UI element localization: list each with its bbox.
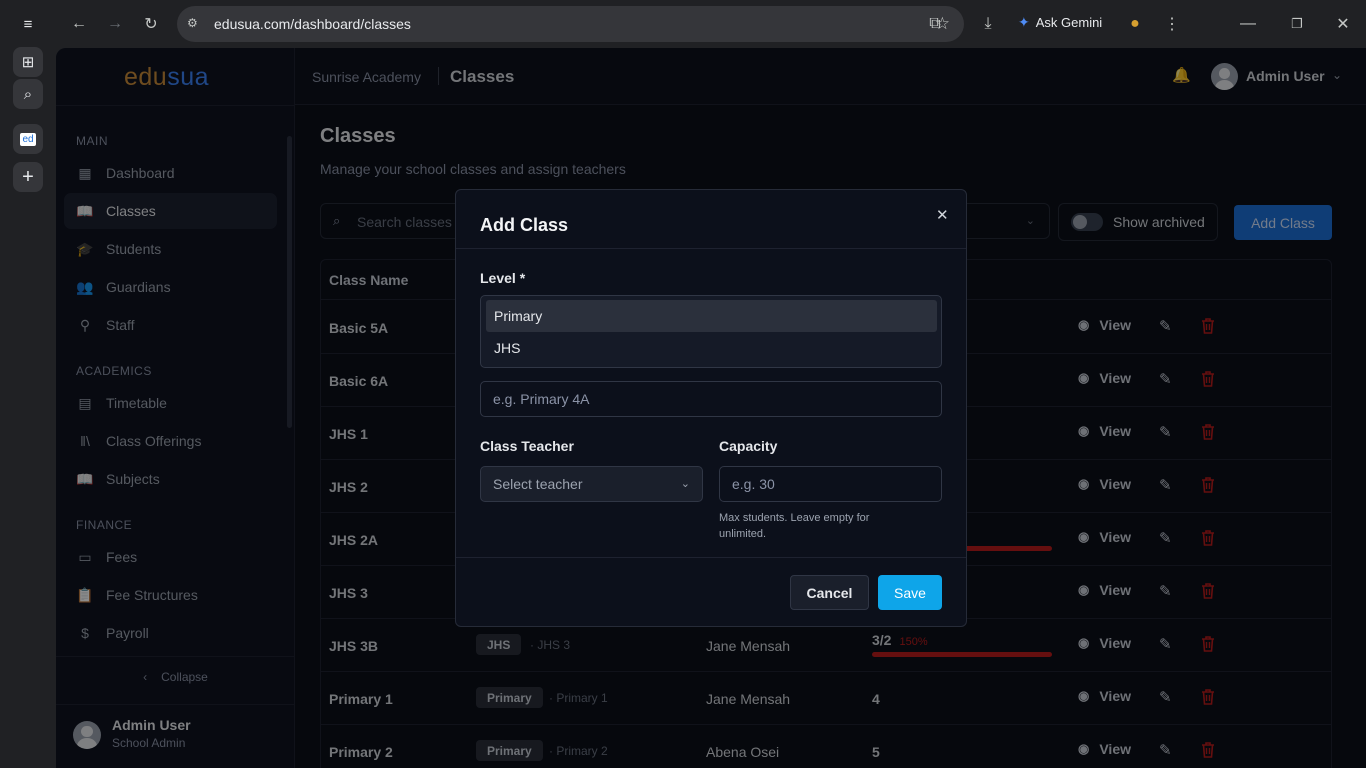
level-dropdown-list[interactable]: Primary JHS xyxy=(480,295,942,368)
level-option-jhs[interactable]: JHS xyxy=(486,332,937,364)
favicon-text: ed xyxy=(20,132,36,146)
capacity-input[interactable]: e.g. 30 xyxy=(719,466,942,502)
class-name-input[interactable]: e.g. Primary 4A xyxy=(480,381,942,417)
url-text[interactable]: edusua.com/dashboard/classes xyxy=(214,16,411,32)
chevron-down-icon: ⌄ xyxy=(680,478,690,490)
apps-grid-icon[interactable]: ⊞ xyxy=(13,47,43,77)
ask-gemini-button[interactable]: ✦ Ask Gemini xyxy=(1018,14,1102,31)
address-bar[interactable]: ⚙ edusua.com/dashboard/classes ☆ xyxy=(177,6,964,42)
browser-side-rail: ≡ ⊞ ⌕ ed + xyxy=(0,0,56,768)
new-tab-icon[interactable]: + xyxy=(13,162,43,192)
capacity-label: Capacity xyxy=(719,438,778,454)
forward-icon[interactable]: → xyxy=(102,11,128,37)
teacher-placeholder: Select teacher xyxy=(493,476,583,492)
class-teacher-label: Class Teacher xyxy=(480,438,574,454)
extensions-icon[interactable]: ⧉ xyxy=(922,11,948,37)
back-icon[interactable]: ← xyxy=(66,11,92,37)
close-icon[interactable]: ✕ xyxy=(936,206,949,224)
profile-avatar-icon[interactable]: ● xyxy=(1122,11,1148,37)
cancel-button[interactable]: Cancel xyxy=(790,575,869,610)
browser-toolbar: ← → ↻ ⚙ edusua.com/dashboard/classes ☆ ⧉… xyxy=(56,0,1366,48)
ask-gemini-label: Ask Gemini xyxy=(1035,15,1103,30)
download-icon[interactable]: ⤓ xyxy=(975,11,1001,37)
app-window: edusua MAIN ▦ Dashboard 📖 Classes 🎓 Student… xyxy=(56,48,1366,768)
capacity-helper-text: Max students. Leave empty for unlimited. xyxy=(719,512,870,540)
class-teacher-select[interactable]: Select teacher ⌄ xyxy=(480,466,703,502)
reload-icon[interactable]: ↻ xyxy=(138,11,164,37)
add-class-modal: Add Class ✕ Level * e.g. Primary 4A Clas… xyxy=(455,189,967,627)
modal-footer-divider xyxy=(456,557,966,558)
browser-menu-icon[interactable]: ⋮ xyxy=(1159,11,1185,37)
level-option-primary[interactable]: Primary xyxy=(486,300,937,332)
tab-list-icon[interactable]: ≡ xyxy=(13,9,43,39)
close-window-icon[interactable]: ✕ xyxy=(1330,11,1356,37)
gemini-sparkle-icon: ✦ xyxy=(1018,14,1030,30)
site-info-icon[interactable]: ⚙ xyxy=(187,16,203,32)
level-label: Level * xyxy=(480,270,526,286)
restore-icon[interactable]: ❐ xyxy=(1284,11,1310,37)
modal-divider xyxy=(456,248,966,249)
minimize-icon[interactable]: — xyxy=(1235,11,1261,37)
tab-search-icon[interactable]: ⌕ xyxy=(13,79,43,109)
save-button[interactable]: Save xyxy=(878,575,942,610)
tab-favicon[interactable]: ed xyxy=(13,124,43,154)
modal-title: Add Class xyxy=(480,215,569,235)
